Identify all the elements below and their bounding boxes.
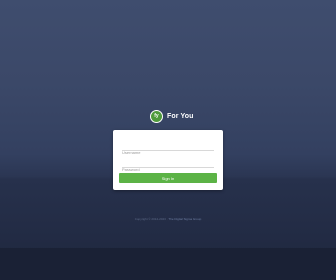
- brand-name: For You: [167, 112, 194, 120]
- brand-logo-letters: fy: [151, 110, 162, 122]
- footer: Copyright © 2012-2023 · The Digital Sigm…: [0, 217, 336, 221]
- footer-copyright: Copyright © 2012-2023 ·: [134, 217, 168, 221]
- footer-company-link[interactable]: The Digital Sigma Group: [168, 217, 201, 221]
- sign-in-button[interactable]: Sign In: [119, 173, 217, 183]
- password-field[interactable]: [122, 158, 214, 174]
- username-field[interactable]: [122, 141, 214, 157]
- brand-logo-icon: fy: [150, 109, 163, 123]
- login-card: Sign In: [113, 130, 223, 190]
- brand-logo: fy For You: [150, 108, 194, 124]
- page-bottom-band: [0, 248, 336, 280]
- username-input[interactable]: [122, 148, 214, 157]
